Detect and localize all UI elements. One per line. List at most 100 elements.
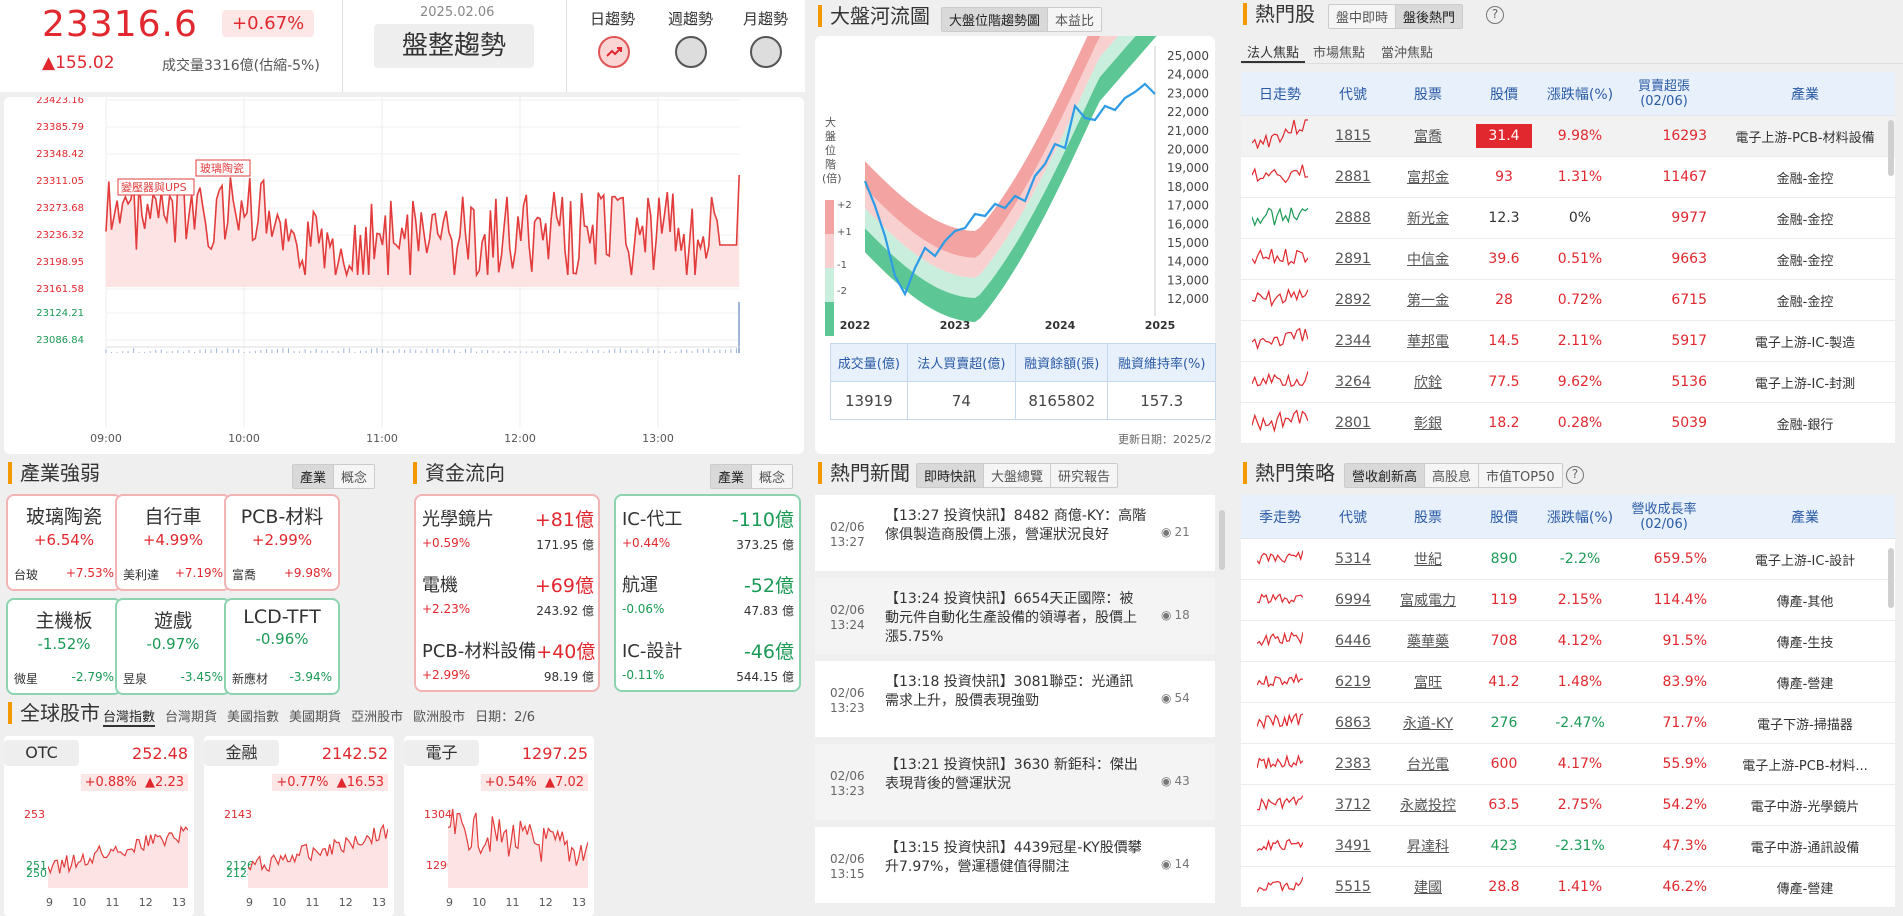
tab-industry[interactable]: 產業 <box>293 465 335 488</box>
help-icon[interactable]: ? <box>1566 466 1584 484</box>
stock-name-link[interactable]: 新光金 <box>1407 211 1449 227</box>
table-row[interactable]: 5314 世紀 890 -2.2% 659.5% 電子上游-IC-設計 <box>1241 539 1895 580</box>
table-row[interactable]: 5515 建國 28.8 1.41% 46.2% 傳產-營建 <box>1241 867 1895 908</box>
table-row[interactable]: 6994 富威電力 119 2.15% 114.4% 傳產-其他 <box>1241 580 1895 621</box>
table-row[interactable]: 2801 彰銀 18.2 0.28% 5039 金融-銀行 <box>1241 403 1895 444</box>
trend-tab-weekly[interactable]: 週趨勢 <box>668 8 713 29</box>
subtab-daytrade[interactable]: 當沖焦點 <box>1373 36 1441 63</box>
stock-code-link[interactable]: 2891 <box>1335 251 1371 267</box>
stock-name-link[interactable]: 富喬 <box>1414 129 1442 145</box>
trend-tab-monthly[interactable]: 月趨勢 <box>743 8 788 29</box>
tab-tw-futures[interactable]: 台灣期貨 <box>165 706 217 727</box>
tab-industry[interactable]: 產業 <box>711 465 753 488</box>
col-header[interactable]: 股票 <box>1387 507 1469 527</box>
trend-neutral-icon[interactable] <box>750 36 782 68</box>
table-row[interactable]: 2344 華邦電 14.5 2.11% 5917 電子上游-IC-製造 <box>1241 321 1895 362</box>
stock-name-link[interactable]: 華邦電 <box>1407 334 1449 350</box>
stock-name-link[interactable]: 富邦金 <box>1407 170 1449 186</box>
news-item[interactable]: 02/06 13:15 【13:15 投資快訊】4439冠星-KY股價攀升7.97%… <box>815 827 1215 903</box>
stock-code-link[interactable]: 6219 <box>1335 674 1371 690</box>
stock-code-link[interactable]: 2801 <box>1335 415 1371 431</box>
stock-code-link[interactable]: 2881 <box>1335 169 1371 185</box>
subtab-institutional[interactable]: 法人焦點 <box>1241 36 1306 63</box>
table-row[interactable]: 6446 藥華藥 708 4.12% 91.5% 傳產-生技 <box>1241 621 1895 662</box>
news-headline[interactable]: 【13:21 投資快訊】3630 新鉅科：傑出表現背後的營運狀況 <box>885 756 1147 794</box>
industry-card[interactable]: 遊戲 -0.97% 昱泉 -3.45% <box>115 598 231 695</box>
tab-asia[interactable]: 亞洲股市 <box>351 706 403 727</box>
col-header[interactable]: 代號 <box>1319 507 1387 527</box>
stock-code-link[interactable]: 6994 <box>1335 592 1371 608</box>
tab-news-research[interactable]: 研究報告 <box>1051 464 1118 487</box>
news-item[interactable]: 02/06 13:27 【13:27 投資快訊】8482 商億-KY：高階傢俱製造商… <box>815 495 1215 571</box>
table-row[interactable]: 1815 富喬 31.4 9.98% 16293 電子上游-PCB-材料設備 <box>1241 116 1895 157</box>
table-row[interactable]: 2892 第一金 28 0.72% 6715 金融-金控 <box>1241 280 1895 321</box>
stock-code-link[interactable]: 2344 <box>1335 333 1371 349</box>
news-headline[interactable]: 【13:24 投資快訊】6654天正國際：被動元件自動化生產設備的領導者，股價上… <box>885 590 1147 647</box>
industry-card[interactable]: LCD-TFT -0.96% 新應材 -3.94% <box>224 598 340 695</box>
stock-name-link[interactable]: 昇達科 <box>1407 839 1449 855</box>
col-header[interactable]: 漲跌幅(%) <box>1539 84 1621 104</box>
tab-hot-realtime[interactable]: 盤中即時 <box>1329 5 1397 28</box>
tab-us-futures[interactable]: 美國期貨 <box>289 706 341 727</box>
market-card[interactable]: 電子 1297.25 +0.54% ▲7.02 1304 1290 9 10 11 12 13 <box>404 736 594 916</box>
table-row[interactable]: 2881 富邦金 93 1.31% 11467 金融-金控 <box>1241 157 1895 198</box>
scrollbar[interactable] <box>1888 548 1894 608</box>
fund-flow-item[interactable]: 電機 +69億 +2.23% 243.92 億 <box>422 571 594 627</box>
stock-code-link[interactable]: 6446 <box>1335 633 1371 649</box>
news-headline[interactable]: 【13:18 投資快訊】3081聯亞：光通訊需求上升，股價表現強勁 <box>885 673 1147 711</box>
tab-high-dividend[interactable]: 高股息 <box>1425 464 1480 487</box>
stock-name-link[interactable]: 永崴投控 <box>1400 798 1456 814</box>
stock-name-link[interactable]: 富旺 <box>1414 675 1442 691</box>
news-item[interactable]: 02/06 13:23 【13:18 投資快訊】3081聯亞：光通訊需求上升，股價表… <box>815 661 1215 737</box>
stock-name-link[interactable]: 建國 <box>1414 880 1442 896</box>
trend-neutral-icon[interactable] <box>675 36 707 68</box>
industry-card[interactable]: 玻璃陶瓷 +6.54% 台玻 +7.53% <box>6 494 122 591</box>
stock-code-link[interactable]: 5314 <box>1335 551 1371 567</box>
market-card[interactable]: 金融 2142.52 +0.77% ▲16.53 2143 2126 2124 9 10 11 1… <box>204 736 394 916</box>
col-header[interactable]: 季走勢 <box>1241 507 1319 527</box>
stock-name-link[interactable]: 藥華藥 <box>1407 634 1449 650</box>
stock-name-link[interactable]: 彰銀 <box>1414 416 1442 432</box>
scrollbar[interactable] <box>1888 120 1894 176</box>
stock-code-link[interactable]: 3264 <box>1335 374 1371 390</box>
stock-code-link[interactable]: 1815 <box>1335 128 1371 144</box>
tab-hot-after[interactable]: 盤後熱門 <box>1396 5 1463 28</box>
stock-code-link[interactable]: 3712 <box>1335 797 1371 813</box>
stock-name-link[interactable]: 世紀 <box>1414 552 1442 568</box>
stock-code-link[interactable]: 2892 <box>1335 292 1371 308</box>
industry-card[interactable]: 自行車 +4.99% 美利達 +7.19% <box>115 494 231 591</box>
scrollbar[interactable] <box>1219 510 1225 570</box>
col-header[interactable]: 股價 <box>1469 507 1539 527</box>
tab-news-realtime[interactable]: 即時快訊 <box>917 464 985 487</box>
trend-tab-daily[interactable]: 日趨勢 <box>590 8 635 29</box>
news-headline[interactable]: 【13:27 投資快訊】8482 商億-KY：高階傢俱製造商股價上漲，營運狀況良… <box>885 507 1147 545</box>
stock-name-link[interactable]: 第一金 <box>1407 293 1449 309</box>
news-item[interactable]: 02/06 13:23 【13:21 投資快訊】3630 新鉅科：傑出表現背後的營運… <box>815 744 1215 820</box>
industry-card[interactable]: 主機板 -1.52% 微星 -2.79% <box>6 598 122 695</box>
col-header[interactable]: 營收成長率 (02/06) <box>1621 502 1715 532</box>
stock-code-link[interactable]: 5515 <box>1335 879 1371 895</box>
tab-news-market[interactable]: 大盤總覽 <box>984 464 1052 487</box>
fund-flow-item[interactable]: PCB-材料設備 +40億 +2.99% 98.19 億 <box>422 637 595 693</box>
col-header[interactable]: 買賣超張 (02/06) <box>1621 79 1715 109</box>
table-row[interactable]: 3712 永崴投控 63.5 2.75% 54.2% 電子中游-光學鏡片 <box>1241 785 1895 826</box>
tab-revenue-high[interactable]: 營收創新高 <box>1345 464 1426 487</box>
stock-name-link[interactable]: 富威電力 <box>1400 593 1456 609</box>
stock-name-link[interactable]: 台光電 <box>1407 757 1449 773</box>
industry-card[interactable]: PCB-材料 +2.99% 富喬 +9.98% <box>224 494 340 591</box>
tab-europe[interactable]: 歐洲股市 <box>413 706 465 727</box>
stock-code-link[interactable]: 3491 <box>1335 838 1371 854</box>
stock-name-link[interactable]: 永道-KY <box>1403 716 1453 732</box>
subtab-market[interactable]: 市場焦點 <box>1305 36 1373 63</box>
tab-river-level[interactable]: 大盤位階趨勢圖 <box>942 8 1049 31</box>
table-row[interactable]: 6219 富旺 41.2 1.48% 83.9% 傳產-營建 <box>1241 662 1895 703</box>
col-header[interactable]: 產業 <box>1715 507 1895 527</box>
col-header[interactable]: 股票 <box>1387 84 1469 104</box>
fund-flow-item[interactable]: 航運 -52億 -0.06% 47.83 億 <box>622 571 794 627</box>
table-row[interactable]: 6863 永道-KY 276 -2.47% 71.7% 電子下游-掃描器 <box>1241 703 1895 744</box>
col-header[interactable]: 產業 <box>1715 84 1895 104</box>
tab-us-index[interactable]: 美國指數 <box>227 706 279 727</box>
help-icon[interactable]: ? <box>1486 6 1504 24</box>
fund-flow-item[interactable]: IC-代工 -110億 +0.44% 373.25 億 <box>622 505 794 561</box>
table-row[interactable]: 2383 台光電 600 4.17% 55.9% 電子上游-PCB-材料... <box>1241 744 1895 785</box>
